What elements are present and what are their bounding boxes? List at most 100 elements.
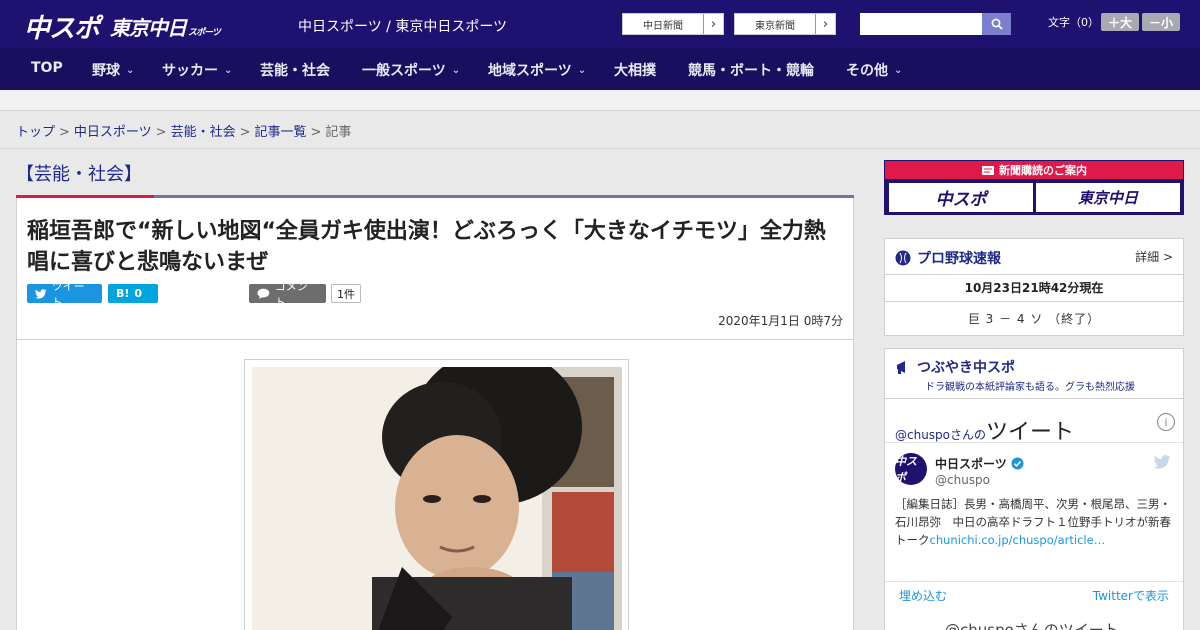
spacer-band [0,90,1200,111]
article-container: 稲垣吾郎で“新しい地図“全員ガキ使出演！どぶろっく「大きなイチモツ」全力熱唱に喜… [16,198,854,630]
twitter-panel-title: つぶやき中スポ [895,357,1015,377]
twitter-panel-header: つぶやき中スポ ドラ観戦の本紙評論家も語る。グラも熱烈応援 [885,349,1183,399]
twitter-panel-title-text: つぶやき中スポ [917,360,1015,376]
divider [885,442,1183,443]
verified-badge-icon [1011,457,1024,470]
site-name[interactable]: 中日スポーツ / 東京中日スポーツ [298,16,507,36]
twitter-bird-icon[interactable] [1153,455,1171,469]
breadcrumb-entertainment[interactable]: 芸能・社会 [171,125,236,140]
category-label[interactable]: 【芸能・社会】 [16,160,142,186]
twitter-bird-icon [35,288,47,299]
hatena-icon: B! [116,287,130,300]
nav-item-other[interactable]: その他 ⌄ [846,60,902,80]
portrait-illustration [252,367,622,630]
tokyo-chunichi-logo[interactable]: 東京中日 スポーツ [110,12,221,41]
breadcrumb-current: 記事 [325,125,352,140]
baseball-score[interactable]: 巨 3 － 4 ソ （終了） [885,310,1183,327]
twitter-timeline-header: @chuspoさんのツイート i [895,407,1175,445]
subscription-banner[interactable]: 新聞購読のご案内 中スポ 東京中日 [884,160,1184,215]
baseball-panel-header: プロ野球速報 詳細 > [885,239,1183,275]
divider [885,581,1183,582]
chevron-down-icon: ⌄ [224,64,233,76]
search-button[interactable] [982,13,1011,35]
tweet-link[interactable]: chunichi.co.jp/chuspo/article… [930,533,1106,547]
hatena-bookmark-button[interactable]: B! 0 [108,284,158,303]
chuspo-logo[interactable]: 中スポ [24,8,100,45]
baseball-update-time: 10月23日21時42分現在 [964,281,1104,295]
breadcrumb-chunichi-sports[interactable]: 中日スポーツ [74,125,152,140]
nav-label: 大相撲 [614,63,656,79]
nav-item-sumo[interactable]: 大相撲 [614,60,656,80]
chevron-right-icon: › [815,14,835,34]
main-nav: TOP 野球 ⌄ サッカー ⌄ 芸能・社会 一般スポーツ ⌄ 地域スポーツ ⌄ 大相撲 … [0,48,1200,90]
chevron-down-icon: ⌄ [451,64,461,76]
chevron-down-icon: ⌄ [577,64,587,76]
speech-bubble-icon [257,288,270,299]
article-headline: 稲垣吾郎で“新しい地図“全員ガキ使出演！どぶろっく「大きなイチモツ」全力熱唱に喜… [27,219,826,275]
breadcrumb-top[interactable]: トップ [16,125,55,140]
baseball-score-panel: プロ野球速報 詳細 > 10月23日21時42分現在 巨 3 － 4 ソ （終了… [884,238,1184,336]
comment-count[interactable]: 1件 [331,284,361,303]
tweet-button[interactable]: ツイート [27,280,102,309]
subscribe-tokyo-chunichi-button[interactable]: 東京中日 [1036,183,1180,212]
tweet-account-user[interactable]: @chuspo [935,473,990,487]
nav-label: 地域スポーツ [488,63,572,79]
chunichi-shimbun-label: 中日新聞 [643,20,683,32]
top-header: 中スポ 東京中日 スポーツ 中日スポーツ / 東京中日スポーツ 中日新聞 › 東京… [0,0,1200,48]
newspaper-icon [982,165,994,175]
tokyo-shimbun-link[interactable]: 東京新聞 › [734,13,836,35]
subscription-title: 新聞購読のご案内 [885,161,1183,179]
font-size-label: 文字（0） [1048,16,1099,29]
article-photo[interactable] [252,367,622,630]
nav-item-general-sports[interactable]: 一般スポーツ ⌄ [362,60,460,80]
nav-item-racing[interactable]: 競馬・ボート・競輪 [688,60,814,80]
breadcrumb: トップ > 中日スポーツ > 芸能・社会 > 記事一覧 > 記事 [16,121,351,140]
info-icon[interactable]: i [1157,413,1175,431]
tokyo-shimbun-label: 東京新聞 [755,20,795,32]
breadcrumb-separator: > [59,125,70,140]
hatena-count: 0 [134,287,143,300]
search-icon [991,18,1003,30]
divider [885,301,1183,302]
nav-label: 野球 [92,63,120,79]
search-input[interactable] [860,13,982,35]
chunichi-shimbun-link[interactable]: 中日新聞 › [622,13,724,35]
nav-label: 芸能・社会 [260,63,330,79]
nav-item-baseball[interactable]: 野球 ⌄ [92,60,134,80]
timeline-footer[interactable]: @chuspoさんのツイート [945,619,1119,630]
embed-link[interactable]: 埋め込む [899,587,947,604]
tokyo-chunichi-logo-small: スポーツ [188,28,221,38]
tweet-label: ツイート [51,279,85,309]
baseball-detail-link[interactable]: 詳細 > [1135,248,1173,265]
nav-item-regional-sports[interactable]: 地域スポーツ ⌄ [488,60,586,80]
breadcrumb-article-list[interactable]: 記事一覧 [255,125,307,140]
nav-item-soccer[interactable]: サッカー ⌄ [162,60,232,80]
twitter-panel: つぶやき中スポ ドラ観戦の本紙評論家も語る。グラも熱烈応援 @chuspoさんの… [884,348,1184,630]
comment-label: コメント [274,279,308,309]
nav-label: TOP [31,60,63,76]
tweet-account-name[interactable]: 中日スポーツ [935,455,1024,472]
megaphone-icon [897,361,905,374]
comment-button[interactable]: コメント [249,280,326,309]
subscription-title-text: 新聞購読のご案内 [999,164,1087,177]
account-name-text: 中日スポーツ [935,457,1007,471]
nav-item-top[interactable]: TOP [31,60,63,76]
font-larger-button[interactable]: ＋大 [1101,13,1139,31]
article-photo-frame [244,359,629,630]
avatar[interactable]: 中スポ [895,453,927,485]
subscribe-chuspo-button[interactable]: 中スポ [889,183,1033,212]
baseball-title-text: プロ野球速報 [917,251,1001,267]
nav-item-entertainment[interactable]: 芸能・社会 [260,60,330,80]
baseball-panel-title: プロ野球速報 [895,248,1001,268]
tokyo-chunichi-logo-text: 東京中日 [110,16,187,40]
divider [17,339,853,340]
tweet-text: ［編集日誌］長男・高橋周平、次男・根尾昂、三男・石川昂弥 中日の高卒ドラフト１位… [895,495,1175,549]
divider [0,148,1200,149]
share-row: ツイート B! 0 コメント 1件 [27,280,847,309]
nav-label: サッカー [162,63,218,79]
view-on-twitter-link[interactable]: Twitterで表示 [1093,587,1169,604]
chevron-down-icon: ⌄ [894,64,903,76]
font-smaller-button[interactable]: －小 [1142,13,1180,31]
nav-label: 一般スポーツ [362,63,446,79]
chevron-down-icon: ⌄ [126,64,135,76]
